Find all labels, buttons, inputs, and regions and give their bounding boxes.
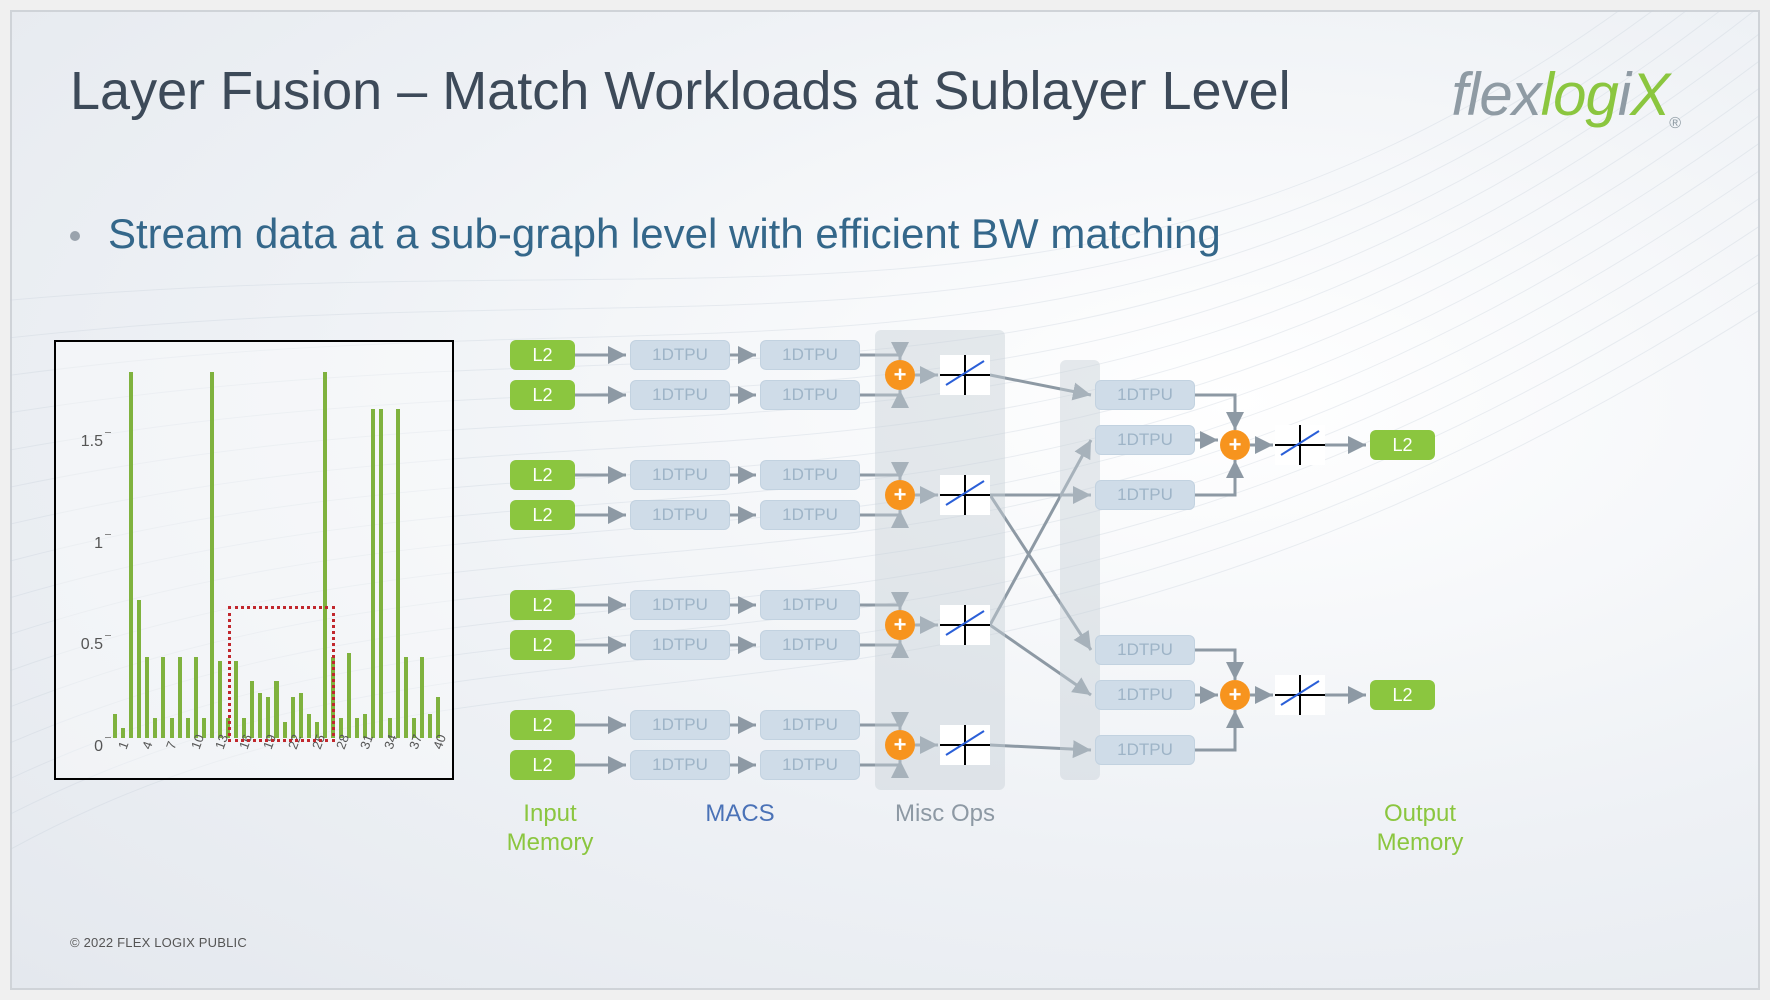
- tpu-block: 1DTPU: [760, 460, 860, 490]
- chart-bar: [396, 409, 400, 738]
- tpu-block: 1DTPU: [630, 590, 730, 620]
- l2-input: L2: [510, 500, 575, 530]
- tpu-block: 1DTPU: [760, 380, 860, 410]
- add-op: +: [885, 610, 915, 640]
- activation-op: [1275, 425, 1325, 465]
- bullet-text: Stream data at a sub-graph level with ef…: [108, 210, 1221, 258]
- tpu-block: 1DTPU: [630, 630, 730, 660]
- tpu-block: 1DTPU: [760, 590, 860, 620]
- add-op: +: [885, 360, 915, 390]
- chart-highlight-box: [228, 606, 335, 742]
- chart-bar: [379, 409, 383, 738]
- tpu-block: 1DTPU: [630, 340, 730, 370]
- flow-caption: Misc Ops: [865, 800, 1025, 829]
- chart-bar: [404, 657, 408, 738]
- chart-bar: [355, 718, 359, 738]
- logo-part-x: X: [1630, 61, 1669, 128]
- add-op: +: [1220, 430, 1250, 460]
- tpu-block: 1DTPU: [1095, 735, 1195, 765]
- chart-xtick: 7: [163, 739, 180, 751]
- add-op: +: [1220, 680, 1250, 710]
- chart-bar: [371, 409, 375, 738]
- chart-bar: [210, 372, 214, 738]
- chart-bar: [186, 718, 190, 738]
- chart-bar: [137, 600, 141, 738]
- slide: Layer Fusion – Match Workloads at Sublay…: [10, 10, 1760, 990]
- copyright-footer: © 2022 FLEX LOGIX PUBLIC: [70, 935, 247, 950]
- chart-bar: [153, 718, 157, 738]
- activation-op: [940, 605, 990, 645]
- chart-ytick: 0: [61, 738, 103, 756]
- bullet-row: Stream data at a sub-graph level with ef…: [70, 210, 1221, 258]
- activation-op: [1275, 675, 1325, 715]
- chart-bar: [170, 718, 174, 738]
- add-op: +: [885, 730, 915, 760]
- l2-input: L2: [510, 710, 575, 740]
- add-op: +: [885, 480, 915, 510]
- chart-bar: [420, 657, 424, 738]
- tpu-block: 1DTPU: [760, 710, 860, 740]
- chart-bar: [178, 657, 182, 738]
- tpu-block: 1DTPU: [1095, 680, 1195, 710]
- logo-part-log: log: [1541, 61, 1618, 128]
- logo-part-flex: flex: [1451, 61, 1540, 128]
- tpu-block: 1DTPU: [760, 340, 860, 370]
- bullet-dot-icon: [70, 231, 80, 241]
- tpu-block: 1DTPU: [1095, 480, 1195, 510]
- bar-chart: 00.511.51471013161922252831343740: [54, 340, 454, 780]
- activation-op: [940, 475, 990, 515]
- logo-registered: ®: [1669, 115, 1680, 132]
- chart-bar: [436, 697, 440, 738]
- chart-bar: [121, 728, 125, 738]
- chart-ytick: 0.5: [61, 636, 103, 654]
- l2-input: L2: [510, 630, 575, 660]
- flow-caption: Input Memory: [480, 800, 620, 858]
- l2-input: L2: [510, 380, 575, 410]
- tpu-block: 1DTPU: [1095, 425, 1195, 455]
- l2-input: L2: [510, 750, 575, 780]
- chart-bar: [218, 661, 222, 738]
- tpu-block: 1DTPU: [760, 750, 860, 780]
- brand-logo: flexlogiX®: [1451, 60, 1680, 133]
- l2-output: L2: [1370, 680, 1435, 710]
- flow-caption: MACS: [670, 800, 810, 829]
- logo-part-i: i: [1618, 61, 1630, 128]
- l2-input: L2: [510, 460, 575, 490]
- chart-bar: [145, 657, 149, 738]
- chart-xtick: 4: [139, 739, 156, 751]
- chart-bar: [129, 372, 133, 738]
- tpu-block: 1DTPU: [630, 460, 730, 490]
- chart-bar: [194, 657, 198, 738]
- tpu-block: 1DTPU: [760, 500, 860, 530]
- chart-bar: [347, 653, 351, 738]
- tpu-block: 1DTPU: [630, 500, 730, 530]
- l2-output: L2: [1370, 430, 1435, 460]
- flow-shade: [1060, 360, 1100, 780]
- chart-bar: [113, 714, 117, 738]
- tpu-block: 1DTPU: [1095, 635, 1195, 665]
- flow-caption: Output Memory: [1340, 800, 1500, 858]
- tpu-block: 1DTPU: [630, 380, 730, 410]
- flow-shade: [875, 330, 1005, 790]
- slide-title: Layer Fusion – Match Workloads at Sublay…: [70, 60, 1291, 122]
- chart-ytick: 1: [61, 535, 103, 553]
- activation-op: [940, 355, 990, 395]
- l2-input: L2: [510, 340, 575, 370]
- tpu-block: 1DTPU: [1095, 380, 1195, 410]
- l2-input: L2: [510, 590, 575, 620]
- chart-xtick: 40: [430, 732, 449, 751]
- chart-bar: [161, 657, 165, 738]
- chart-bar: [428, 714, 432, 738]
- activation-op: [940, 725, 990, 765]
- tpu-block: 1DTPU: [630, 750, 730, 780]
- flow-diagram: L2 L2 1DTPU 1DTPU 1DTPU 1DTPU + L2 L2 1DTPU 1DTPU 1…: [500, 330, 1730, 870]
- chart-xtick: 1: [115, 739, 132, 751]
- chart-ytick: 1.5: [61, 433, 103, 451]
- tpu-block: 1DTPU: [630, 710, 730, 740]
- tpu-block: 1DTPU: [760, 630, 860, 660]
